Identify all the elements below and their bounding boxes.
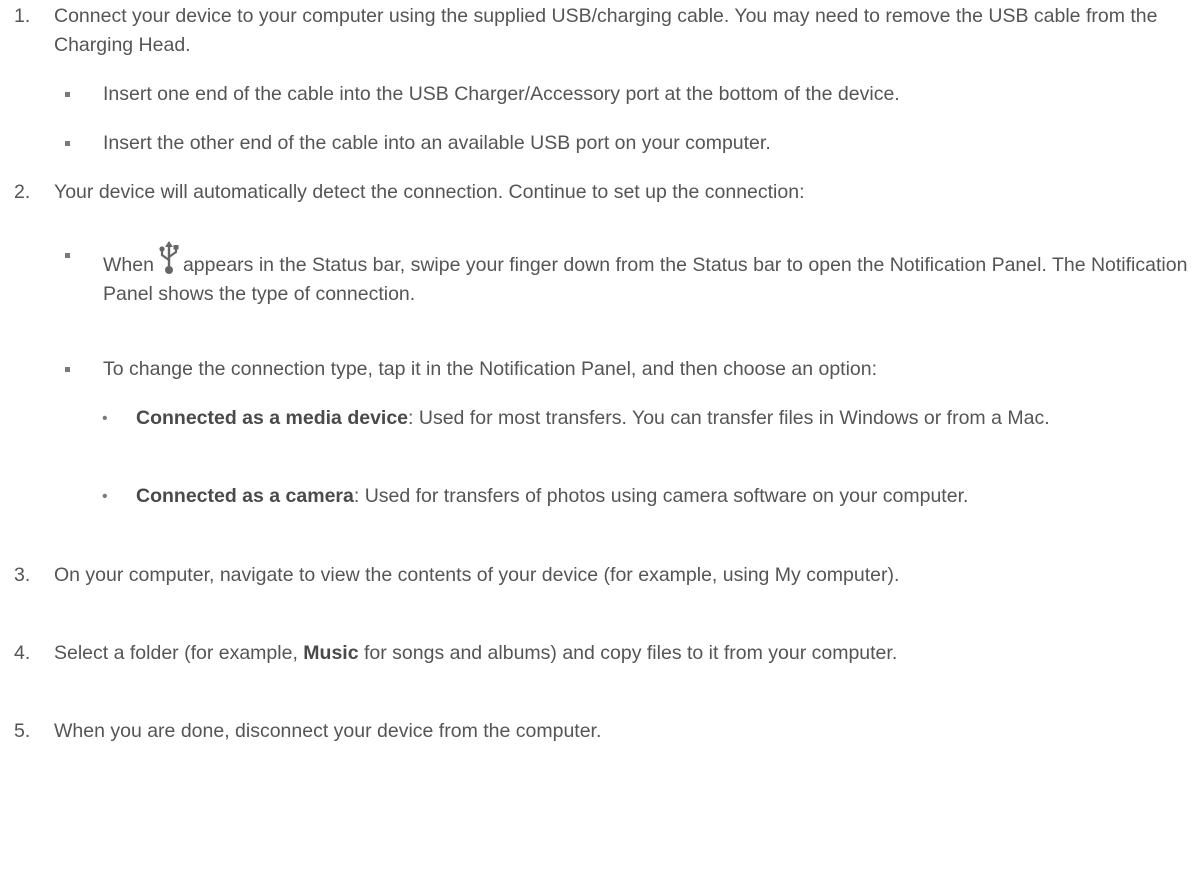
step-number: 4. xyxy=(14,642,31,664)
step-number: 1. xyxy=(14,5,31,27)
step-number: 3. xyxy=(14,564,31,586)
bullet-text-before-icon: When xyxy=(103,254,154,276)
step-text: Your device will automatically detect th… xyxy=(54,181,805,203)
step-text: Select a folder (for example, Music for … xyxy=(54,639,1204,668)
bullet-text: To change the connection type, tap it in… xyxy=(103,358,878,380)
bullet-text-after-icon: appears in the Status bar, swipe your fi… xyxy=(103,254,1188,305)
square-bullet-icon xyxy=(65,92,70,97)
bullet-text: Insert the other end of the cable into a… xyxy=(103,132,771,154)
step-text: On your computer, navigate to view the c… xyxy=(54,564,900,586)
square-bullet-icon xyxy=(65,253,70,258)
bullet-text: Insert one end of the cable into the USB… xyxy=(103,83,900,105)
square-bullet-icon xyxy=(65,141,70,146)
instruction-document: 1. Connect your device to your computer … xyxy=(0,0,1204,892)
step-number: 2. xyxy=(14,181,31,203)
step-text: When you are done, disconnect your devic… xyxy=(54,720,602,742)
option-text: Connected as a media device: Used for mo… xyxy=(136,404,1186,433)
step-text: Connect your device to your computer usi… xyxy=(54,5,1158,56)
option-label: Connected as a media device xyxy=(136,407,409,429)
option-label: Connected as a camera xyxy=(136,485,354,507)
step-text-after: for songs and albums) and copy files to … xyxy=(358,642,898,664)
bullet-text: When appears in the Status bar, swipe yo… xyxy=(103,241,1200,309)
usb-icon xyxy=(159,241,179,274)
option-desc: : Used for transfers of photos using cam… xyxy=(353,485,969,507)
music-folder-label: Music xyxy=(303,642,359,664)
dot-bullet-icon: • xyxy=(102,410,108,427)
dot-bullet-icon: • xyxy=(102,488,108,505)
square-bullet-icon xyxy=(65,367,70,372)
step-number: 5. xyxy=(14,720,31,742)
step-text-before: Select a folder (for example, xyxy=(54,642,304,664)
option-text: Connected as a camera: Used for transfer… xyxy=(136,482,1186,511)
option-desc: : Used for most transfers. You can trans… xyxy=(408,407,1050,429)
